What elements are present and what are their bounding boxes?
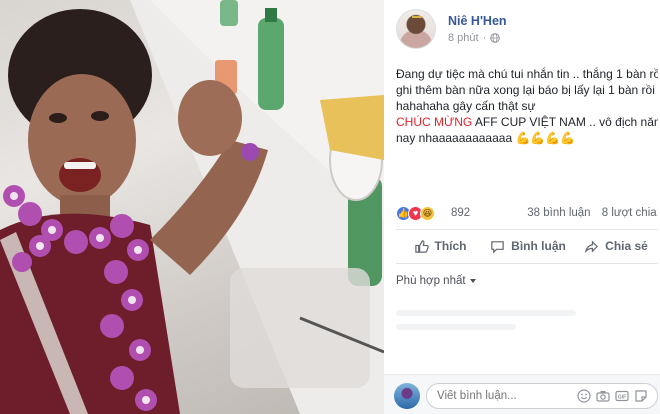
reaction-count[interactable]: 892 <box>451 207 470 219</box>
comment-count[interactable]: 38 bình luận <box>527 207 590 219</box>
post-stats: 38 bình luận 8 lượt chia sẻ <box>519 207 660 219</box>
comment-label: Bình luận <box>511 239 566 253</box>
post-line-2: ghi thêm bàn nữa xong lại báo bị lấy lại… <box>396 83 658 97</box>
highlight-text: CHÚC MỪNG <box>396 115 473 129</box>
post-time[interactable]: 8 phút <box>448 32 479 44</box>
comment-button[interactable]: Bình luận <box>484 232 572 260</box>
reaction-icons[interactable]: 👍 ♥ 😆 <box>396 206 435 221</box>
post-panel: Niê H'Hen 8 phút · Đang dự tiệc mà chú t… <box>384 0 660 414</box>
composer-icons: GIF <box>577 389 648 403</box>
author-avatar[interactable] <box>396 9 436 49</box>
post-photo[interactable] <box>0 0 384 414</box>
camera-icon[interactable] <box>596 389 610 403</box>
author-name[interactable]: Niê H'Hen <box>448 14 507 28</box>
post-meta: 8 phút · <box>448 32 501 44</box>
comment-composer: GIF <box>384 374 660 414</box>
chevron-down-icon <box>469 279 476 283</box>
reactions-bar: 👍 ♥ 😆 892 38 bình luận 8 lượt chia sẻ <box>396 206 660 222</box>
sticker-icon[interactable] <box>634 389 648 403</box>
post-text: Đang dự tiệc mà chú tui nhắn tin .. thắn… <box>396 66 658 146</box>
share-button[interactable]: Chia sẻ <box>572 232 660 260</box>
divider <box>396 263 658 264</box>
share-label: Chia sẻ <box>605 239 648 253</box>
post-line-4-rest: AFF CUP VIỆT NAM .. vô địch năm <box>472 115 658 129</box>
haha-icon: 😆 <box>420 206 435 221</box>
post-header: Niê H'Hen 8 phút · <box>396 9 656 49</box>
share-count[interactable]: 8 lượt chia sẻ <box>602 207 660 219</box>
post-line-3: hahahaha gây cấn thật sự <box>396 99 536 113</box>
user-avatar[interactable] <box>394 383 420 409</box>
post-line-4: CHÚC MỪNG AFF CUP VIỆT NAM .. vô địch nă… <box>396 114 658 130</box>
divider <box>396 229 658 230</box>
comment-placeholder <box>396 310 606 350</box>
sort-label: Phù hợp nhất <box>396 275 466 287</box>
post-line-5: nay nhaaaaaaaaaaaa 💪💪💪💪 <box>396 131 576 145</box>
photo-illustration <box>0 0 384 414</box>
action-bar: Thích Bình luận Chia sẻ <box>396 232 660 260</box>
thumbs-up-icon <box>414 239 429 253</box>
comment-icon <box>491 240 504 254</box>
post-line-1: Đang dự tiệc mà chú tui nhắn tin .. thắn… <box>396 67 658 81</box>
comment-sort-dropdown[interactable]: Phù hợp nhất <box>396 275 476 287</box>
globe-icon[interactable] <box>490 33 501 43</box>
emoji-icon[interactable] <box>577 389 591 403</box>
svg-text:GIF: GIF <box>618 395 626 401</box>
crown-icon <box>412 12 422 18</box>
gif-icon[interactable]: GIF <box>615 389 629 403</box>
share-icon <box>584 239 599 253</box>
like-button[interactable]: Thích <box>396 232 484 260</box>
like-label: Thích <box>434 239 467 253</box>
